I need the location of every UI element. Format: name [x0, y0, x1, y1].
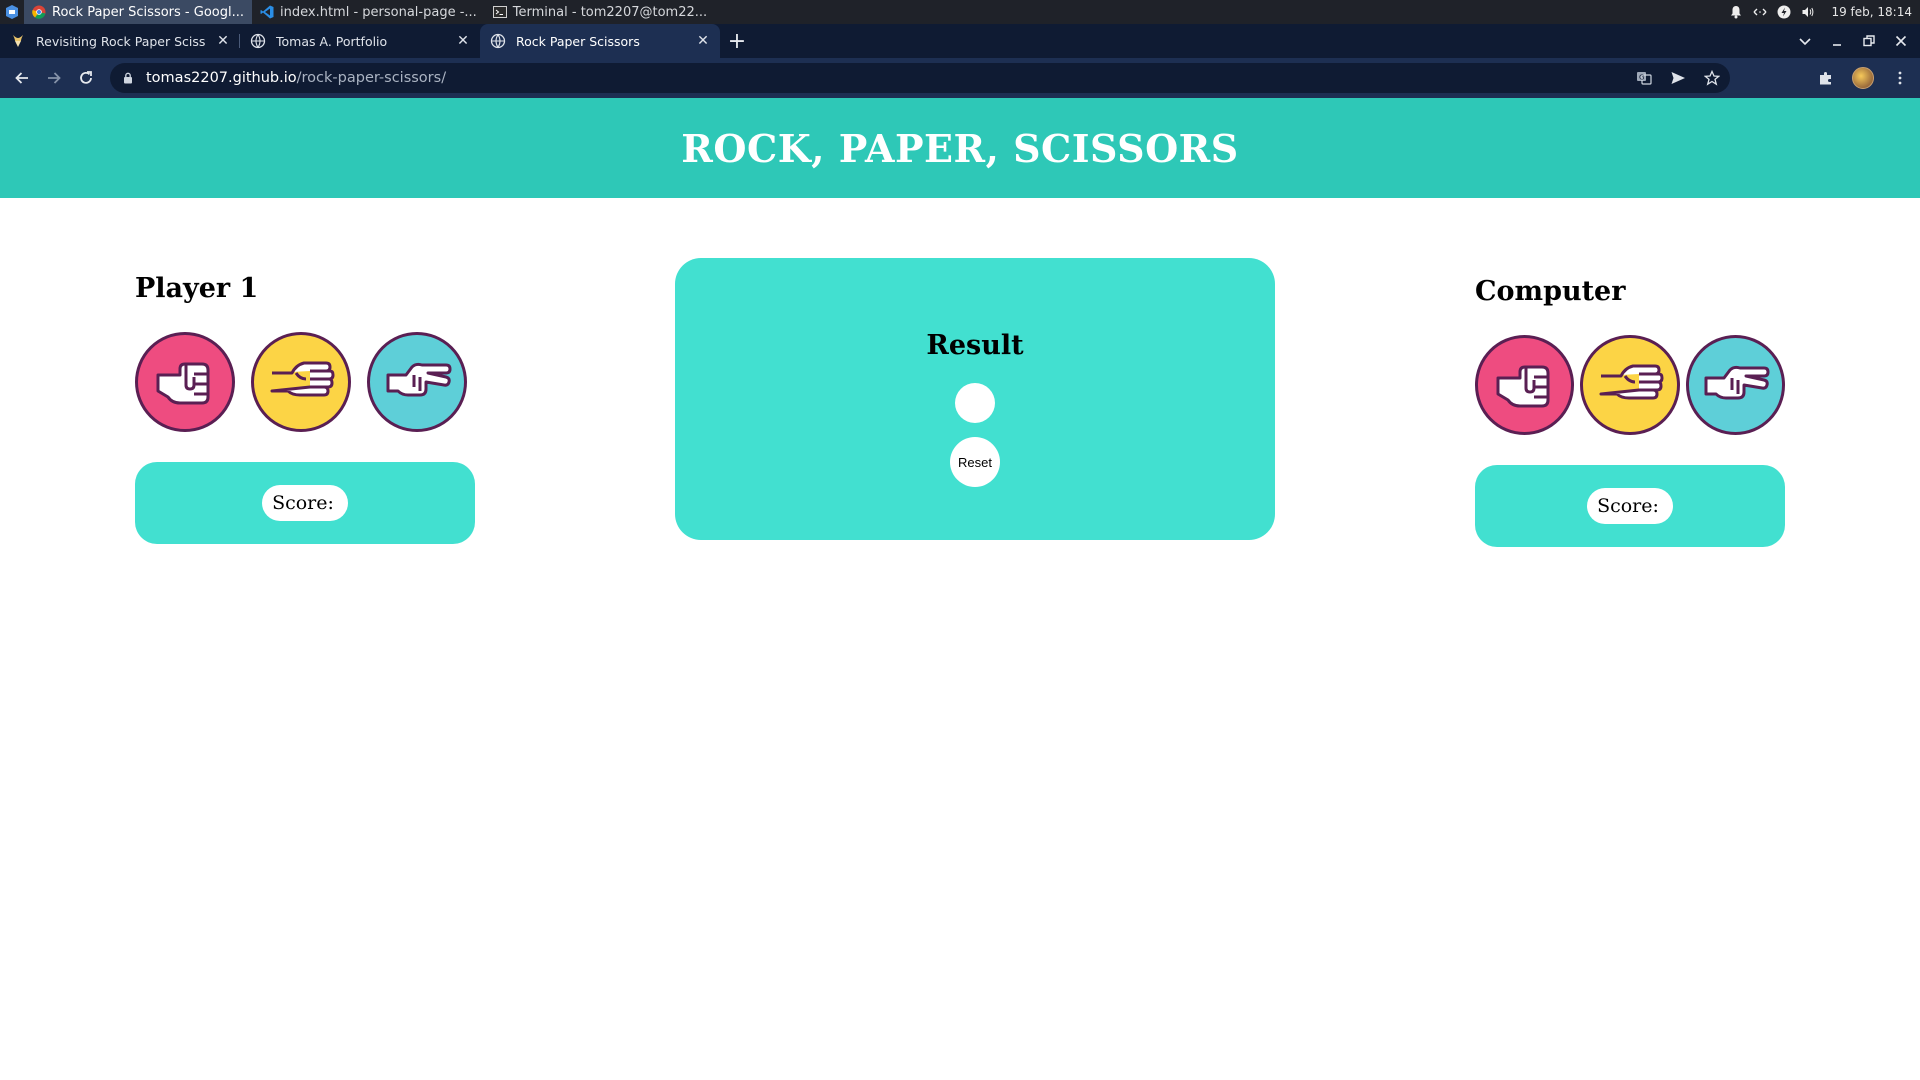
- power-icon[interactable]: [1777, 5, 1791, 19]
- volume-icon[interactable]: [1801, 5, 1815, 19]
- toolbar-actions: [1818, 58, 1908, 98]
- player-score-card: Score:: [135, 462, 475, 544]
- notification-bell-icon[interactable]: [1729, 5, 1743, 19]
- reload-button[interactable]: [70, 62, 102, 94]
- computer-score-card: Score:: [1475, 465, 1785, 547]
- globe-icon: [490, 33, 506, 49]
- close-window-icon[interactable]: [1894, 34, 1908, 48]
- computer-panel: Computer Score:: [1475, 276, 1785, 547]
- more-menu-icon[interactable]: [1892, 70, 1908, 86]
- forward-button[interactable]: [38, 62, 70, 94]
- url-host: tomas2207.github.io: [146, 70, 297, 86]
- page-header: ROCK, PAPER, SCISSORS: [0, 98, 1920, 198]
- tab-label: Revisiting Rock Paper Scissors: [36, 33, 206, 49]
- bookmark-star-icon[interactable]: [1704, 70, 1720, 86]
- computer-rock-indicator: [1475, 335, 1575, 435]
- reset-button[interactable]: Reset: [950, 437, 1000, 487]
- os-taskbar: Rock Paper Scissors - Googl... index.htm…: [0, 0, 1920, 24]
- window-controls: [1798, 24, 1920, 58]
- omnibox-actions: G: [1636, 63, 1720, 93]
- computer-score: Score:: [1587, 488, 1673, 524]
- forward-arrow-icon: [48, 72, 61, 84]
- tab-label: Tomas A. Portfolio: [276, 33, 388, 49]
- result-panel: Result Reset: [675, 258, 1275, 540]
- extensions-puzzle-icon[interactable]: [1818, 70, 1834, 86]
- paper-hand-icon: [1599, 364, 1664, 400]
- new-tab-button[interactable]: +: [720, 24, 754, 58]
- terminal-icon: [492, 6, 507, 18]
- tab-close-icon[interactable]: ✕: [696, 34, 710, 48]
- reload-icon: [80, 71, 92, 84]
- player-panel: Player 1 Score:: [135, 273, 475, 544]
- player-scissors-button[interactable]: [367, 332, 467, 432]
- back-button[interactable]: [6, 62, 38, 94]
- player-heading: Player 1: [135, 273, 259, 304]
- player-score-label: Score:: [272, 492, 334, 514]
- taskbar-task-label: index.html - personal-page -...: [280, 4, 477, 20]
- vscode-icon: [260, 5, 274, 19]
- svg-text:G: G: [1639, 74, 1644, 82]
- url-text[interactable]: tomas2207.github.io/rock-paper-scissors/: [146, 70, 446, 86]
- back-arrow-icon: [15, 72, 28, 84]
- taskbar-task-terminal[interactable]: Terminal - tom2207@tom22...: [485, 0, 715, 24]
- computer-heading: Computer: [1475, 276, 1626, 307]
- send-to-devices-icon[interactable]: [1670, 70, 1686, 86]
- player-score: Score:: [262, 485, 348, 521]
- system-tray: 19 feb, 18:14: [1729, 0, 1920, 24]
- computer-score-label: Score:: [1597, 495, 1659, 517]
- taskbar-clock[interactable]: 19 feb, 18:14: [1831, 5, 1912, 19]
- odin-project-icon: [13, 35, 23, 47]
- taskbar-task-vscode[interactable]: index.html - personal-page -...: [252, 0, 485, 24]
- player-choices: [135, 332, 475, 432]
- profile-avatar[interactable]: [1852, 67, 1874, 89]
- tab-close-icon[interactable]: ✕: [216, 34, 230, 48]
- tab-search-chevron-icon[interactable]: [1798, 34, 1812, 48]
- page-title: ROCK, PAPER, SCISSORS: [681, 125, 1239, 171]
- taskbar-task-label: Rock Paper Scissors - Googl...: [52, 4, 244, 20]
- browser-toolbar: tomas2207.github.io/rock-paper-scissors/…: [0, 58, 1920, 98]
- result-display: [955, 383, 995, 423]
- page-content: ROCK, PAPER, SCISSORS Player 1 Score: Re…: [0, 98, 1920, 1080]
- tab-label: Rock Paper Scissors: [516, 33, 640, 49]
- restore-icon[interactable]: [1862, 34, 1876, 48]
- scissors-hand-icon: [1704, 365, 1770, 400]
- url-path: /rock-paper-scissors/: [296, 70, 447, 86]
- browser-tab-strip: Revisiting Rock Paper Scissors ✕ Tomas A…: [0, 24, 1920, 58]
- paper-hand-icon: [270, 361, 335, 397]
- rock-fist-icon: [156, 362, 210, 405]
- app-menu-icon[interactable]: [0, 0, 24, 24]
- tab-close-icon[interactable]: ✕: [456, 34, 470, 48]
- network-icon[interactable]: [1753, 5, 1767, 19]
- tab-portfolio[interactable]: Tomas A. Portfolio ✕: [240, 24, 480, 58]
- globe-icon: [250, 33, 266, 49]
- address-bar[interactable]: tomas2207.github.io/rock-paper-scissors/…: [110, 63, 1730, 93]
- translate-icon[interactable]: G: [1636, 70, 1652, 86]
- player-rock-button[interactable]: [135, 332, 235, 432]
- result-heading: Result: [926, 330, 1024, 361]
- player-paper-button[interactable]: [251, 332, 351, 432]
- tab-revisiting-rps[interactable]: Revisiting Rock Paper Scissors ✕: [0, 24, 240, 58]
- tab-rock-paper-scissors[interactable]: Rock Paper Scissors ✕: [480, 24, 720, 58]
- computer-scissors-indicator: [1685, 335, 1785, 435]
- taskbar-task-chrome[interactable]: Rock Paper Scissors - Googl...: [24, 0, 252, 24]
- computer-paper-indicator: [1580, 335, 1680, 435]
- scissors-hand-icon: [386, 362, 452, 397]
- taskbar-task-label: Terminal - tom2207@tom22...: [512, 4, 708, 20]
- lock-icon[interactable]: [122, 72, 134, 84]
- minimize-icon[interactable]: [1830, 34, 1844, 48]
- rock-fist-icon: [1496, 365, 1550, 408]
- computer-choices: [1475, 335, 1785, 435]
- chrome-icon: [32, 5, 46, 19]
